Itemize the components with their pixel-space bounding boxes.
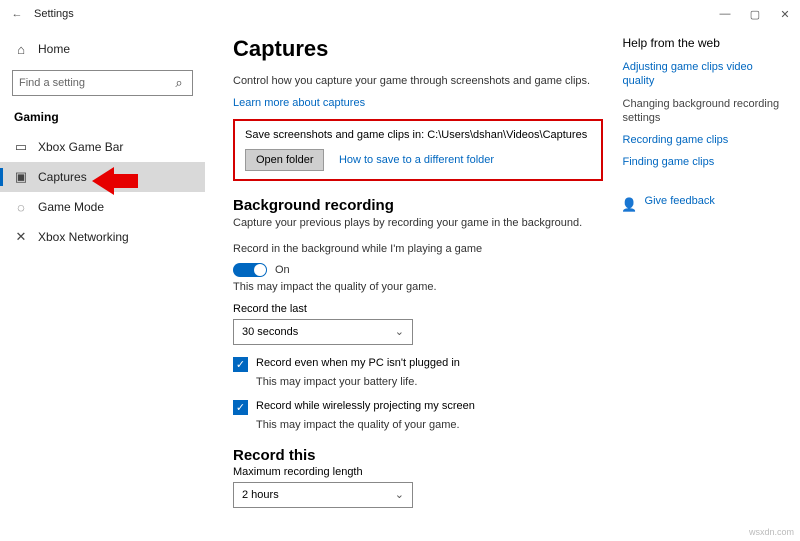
help-link-recording[interactable]: Recording game clips [623, 133, 782, 147]
wireless-impact-note: This may impact the quality of your game… [256, 419, 603, 431]
max-length-select[interactable]: 2 hours ⌄ [233, 482, 413, 508]
record-last-select[interactable]: 30 seconds ⌄ [233, 319, 413, 345]
save-path-text: Save screenshots and game clips in: C:\U… [245, 129, 591, 141]
gamebar-icon: ▭ [14, 140, 28, 154]
record-unplugged-label: Record even when my PC isn't plugged in [256, 357, 460, 369]
open-folder-button[interactable]: Open folder [245, 149, 324, 171]
bg-recording-desc: Capture your previous plays by recording… [233, 216, 603, 231]
record-unplugged-checkbox[interactable]: ✓ [233, 357, 248, 372]
page-desc: Control how you capture your game throug… [233, 74, 603, 89]
help-panel: Help from the web Adjusting game clips v… [623, 32, 782, 531]
different-folder-link[interactable]: How to save to a different folder [339, 154, 494, 166]
back-icon[interactable]: ← [8, 8, 26, 20]
attribution-text: wsxdn.com [749, 527, 794, 537]
captures-icon: ▣ [14, 170, 28, 184]
nav-label: Xbox Game Bar [38, 140, 123, 154]
gamemode-icon: ◌ [14, 200, 28, 214]
give-feedback-link[interactable]: Give feedback [645, 194, 715, 208]
networking-icon: ✕ [14, 230, 28, 244]
window-title: Settings [34, 8, 74, 20]
battery-impact-note: This may impact your battery life. [256, 376, 603, 388]
home-label: Home [38, 42, 70, 56]
bg-impact-note: This may impact the quality of your game… [233, 281, 603, 293]
bg-record-toggle[interactable] [233, 263, 267, 277]
sidebar: ⌂ Home Find a setting ⌕ Gaming ▭ Xbox Ga… [0, 28, 205, 541]
search-input[interactable]: Find a setting ⌕ [12, 70, 193, 96]
chevron-down-icon: ⌄ [395, 488, 404, 501]
minimize-button[interactable]: — [710, 0, 740, 28]
toggle-state: On [275, 264, 290, 276]
close-button[interactable]: ✕ [770, 0, 800, 28]
bg-toggle-label: Record in the background while I'm playi… [233, 243, 603, 255]
nav-label: Xbox Networking [38, 230, 129, 244]
nav-xbox-game-bar[interactable]: ▭ Xbox Game Bar [0, 132, 205, 162]
home-icon: ⌂ [14, 42, 28, 56]
record-wireless-label: Record while wirelessly projecting my sc… [256, 400, 475, 412]
search-placeholder: Find a setting [19, 77, 85, 89]
maximize-button[interactable]: ▢ [740, 0, 770, 28]
record-last-value: 30 seconds [242, 326, 298, 338]
help-heading: Help from the web [623, 36, 782, 50]
max-length-label: Maximum recording length [233, 466, 603, 478]
max-length-value: 2 hours [242, 489, 279, 501]
help-link-quality[interactable]: Adjusting game clips video quality [623, 60, 782, 89]
record-last-label: Record the last [233, 303, 603, 315]
bg-recording-heading: Background recording [233, 197, 603, 214]
annotation-arrow [92, 164, 138, 198]
section-heading: Gaming [0, 108, 205, 132]
help-link-finding[interactable]: Finding game clips [623, 155, 782, 169]
nav-label: Game Mode [38, 200, 104, 214]
chevron-down-icon: ⌄ [395, 325, 404, 338]
nav-home[interactable]: ⌂ Home [0, 36, 205, 62]
help-link-bg-settings[interactable]: Changing background recording settings [623, 97, 782, 126]
feedback-icon: 👤 [623, 198, 637, 212]
nav-label: Captures [38, 170, 87, 184]
nav-xbox-networking[interactable]: ✕ Xbox Networking [0, 222, 205, 252]
record-this-heading: Record this [233, 447, 603, 464]
main-content: Captures Control how you capture your ga… [233, 32, 603, 531]
record-wireless-checkbox[interactable]: ✓ [233, 400, 248, 415]
learn-more-link[interactable]: Learn more about captures [233, 97, 603, 109]
search-icon: ⌕ [172, 76, 186, 90]
page-title: Captures [233, 36, 603, 62]
save-location-box: Save screenshots and game clips in: C:\U… [233, 119, 603, 181]
